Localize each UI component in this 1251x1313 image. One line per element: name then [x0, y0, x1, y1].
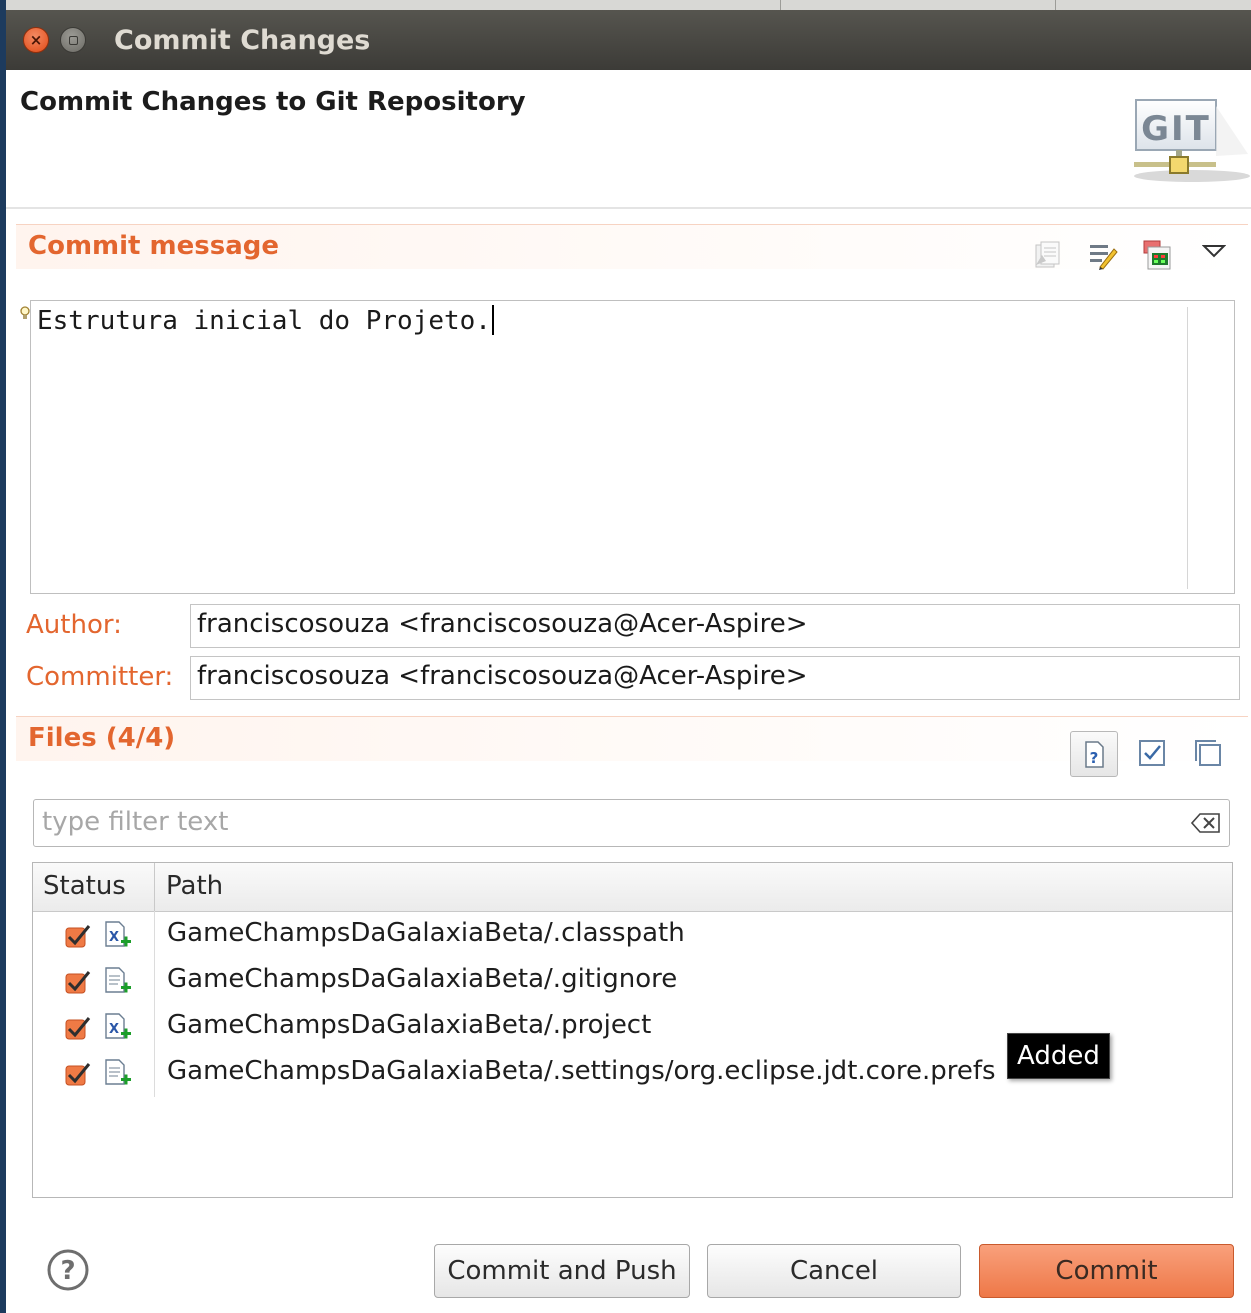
text-cursor: [491, 305, 494, 335]
amend-icon: [1143, 240, 1171, 270]
page-title: Commit Changes to Git Repository: [20, 87, 526, 117]
show-untracked-files-button[interactable]: ?: [1070, 731, 1118, 777]
status-tooltip: Added: [1007, 1033, 1110, 1079]
svg-text:X: X: [109, 930, 119, 945]
deselect-all-button[interactable]: [1194, 739, 1222, 767]
files-section-header: Files (4/4) ?: [16, 716, 1248, 777]
commit-message-textarea[interactable]: Estrutura inicial do Projeto.: [30, 300, 1235, 594]
file-path: GameChampsDaGalaxiaBeta/.classpath: [167, 918, 685, 948]
table-row[interactable]: GameChampsDaGalaxiaBeta/.gitignore: [33, 959, 1232, 1005]
commit-dialog: × Commit Changes Commit Changes to Git R…: [6, 10, 1251, 1313]
header-separator: [6, 207, 1251, 209]
clear-filter-button[interactable]: [1191, 812, 1221, 834]
select-all-button[interactable]: [1138, 739, 1166, 767]
help-button[interactable]: ?: [46, 1248, 90, 1292]
file-path: GameChampsDaGalaxiaBeta/.project: [167, 1010, 652, 1040]
files-table: Status Path X GameChampsDaGalaxiaBeta/.c…: [32, 862, 1233, 1198]
text-file-added-icon: [105, 1059, 131, 1085]
author-input[interactable]: franciscosouza <franciscosouza@Acer-Aspi…: [190, 604, 1240, 648]
path-column-header[interactable]: Path: [166, 871, 223, 901]
column-divider[interactable]: [154, 863, 155, 911]
git-logo: GIT: [1130, 96, 1250, 188]
svg-text:X: X: [109, 1022, 119, 1037]
committer-input[interactable]: franciscosouza <franciscosouza@Acer-Aspi…: [190, 656, 1240, 700]
filter-input[interactable]: type filter text: [33, 799, 1230, 847]
commit-button[interactable]: Commit: [979, 1244, 1234, 1298]
chevron-down-icon: [1202, 245, 1226, 258]
window-titlebar[interactable]: × Commit Changes: [6, 10, 1251, 70]
xml-file-added-icon: X: [105, 1013, 131, 1039]
commit-message-text: Estrutura inicial do Projeto.: [37, 305, 494, 336]
xml-file-added-icon: X: [105, 921, 131, 947]
checkbox-checked-icon[interactable]: [65, 924, 91, 948]
desktop-seam: [780, 0, 781, 10]
desktop-background-top: [0, 0, 1251, 10]
file-path: GameChampsDaGalaxiaBeta/.gitignore: [167, 964, 678, 994]
untracked-file-icon: ?: [1085, 741, 1104, 768]
text-file-added-icon: [105, 967, 131, 993]
close-icon: ×: [29, 30, 43, 49]
table-row[interactable]: X GameChampsDaGalaxiaBeta/.classpath: [33, 913, 1232, 959]
previous-messages-button[interactable]: [1032, 241, 1062, 271]
window-title: Commit Changes: [114, 25, 371, 56]
maximize-icon: [68, 35, 78, 45]
git-logo-text: GIT: [1141, 109, 1211, 149]
committer-label: Committer:: [26, 662, 174, 692]
view-menu-button[interactable]: [1202, 243, 1226, 259]
file-path: GameChampsDaGalaxiaBeta/.settings/org.ec…: [167, 1056, 996, 1086]
author-label: Author:: [26, 610, 122, 640]
svg-text:?: ?: [1090, 749, 1099, 767]
checkbox-checked-icon[interactable]: [65, 970, 91, 994]
help-icon: ?: [47, 1249, 89, 1291]
commit-and-push-button[interactable]: Commit and Push: [434, 1244, 690, 1298]
files-section-title: Files (4/4): [28, 723, 176, 753]
window-maximize-button[interactable]: [60, 27, 86, 53]
check-all-icon: [1139, 740, 1165, 766]
commit-message-section-title: Commit message: [28, 231, 279, 261]
clear-icon: [1191, 813, 1220, 833]
textarea-ruler: [1187, 307, 1188, 589]
signed-off-icon: [1090, 245, 1118, 270]
add-signed-off-by-button[interactable]: [1088, 241, 1118, 271]
commit-message-section-header: Commit message: [16, 224, 1248, 271]
history-icon: [1035, 241, 1060, 268]
checkbox-checked-icon[interactable]: [65, 1016, 91, 1040]
uncheck-all-icon: [1195, 740, 1221, 766]
status-column-header[interactable]: Status: [43, 871, 126, 901]
checkbox-checked-icon[interactable]: [65, 1062, 91, 1086]
filter-placeholder: type filter text: [42, 807, 229, 837]
svg-text:?: ?: [60, 1256, 75, 1286]
cancel-button[interactable]: Cancel: [707, 1244, 961, 1298]
content-assist-icon: [20, 306, 30, 322]
desktop-seam: [1055, 0, 1056, 10]
window-close-button[interactable]: ×: [23, 27, 49, 53]
amend-commit-button[interactable]: [1142, 239, 1174, 271]
table-header: Status Path: [33, 863, 1232, 912]
